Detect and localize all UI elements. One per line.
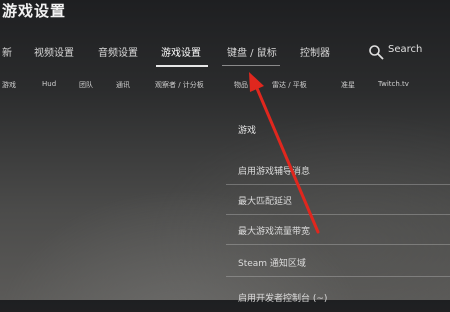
option-max-bandwidth[interactable]: 最大游戏流量带宽 — [226, 215, 450, 245]
option-developer-console[interactable]: 启用开发者控制台 (~) — [236, 282, 450, 312]
subtab-communication[interactable]: 通讯 — [116, 80, 130, 90]
tab-controller[interactable]: 控制器 — [300, 44, 330, 59]
tab-game-settings[interactable]: 游戏设置 — [161, 44, 201, 59]
row-divider — [226, 276, 450, 277]
section-title: 游戏 — [238, 126, 257, 136]
option-max-matchmaking-ping[interactable]: 最大匹配延迟 — [226, 185, 450, 215]
option-label: 最大游戏流量带宽 — [238, 227, 311, 237]
tab-audio-settings[interactable]: 音频设置 — [98, 44, 138, 59]
subtab-crosshair[interactable]: 准星 — [341, 80, 355, 90]
subtab-spectator-scoreboard[interactable]: 观察者 / 计分板 — [155, 80, 204, 90]
search-icon[interactable] — [368, 44, 384, 60]
option-label: 启用游戏辅导消息 — [238, 167, 311, 177]
subtab-hud[interactable]: Hud — [42, 80, 56, 88]
active-tab-underline — [156, 65, 208, 67]
option-label: Steam 通知区域 — [238, 259, 306, 269]
sub-nav: 游戏 Hud 团队 通讯 观察者 / 计分板 物品 雷达 / 平板 准星 Twi… — [0, 80, 450, 94]
tab-video-settings[interactable]: 视频设置 — [34, 44, 74, 59]
subtab-game[interactable]: 游戏 — [2, 80, 16, 90]
row-divider — [226, 244, 450, 245]
hover-tab-underline — [222, 65, 280, 66]
subtab-twitch[interactable]: Twitch.tv — [378, 80, 409, 88]
tab-keyboard-mouse[interactable]: 键盘 / 鼠标 — [227, 44, 277, 59]
tab-new[interactable]: 新 — [2, 44, 12, 59]
option-steam-notification-area[interactable]: Steam 通知区域 — [226, 247, 450, 277]
subtab-radar-tablet[interactable]: 雷达 / 平板 — [272, 80, 307, 90]
subtab-items[interactable]: 物品 — [234, 80, 248, 90]
subtab-team[interactable]: 团队 — [79, 80, 93, 90]
option-label: 启用开发者控制台 (~) — [238, 294, 328, 304]
option-game-instructor[interactable]: 启用游戏辅导消息 — [226, 155, 450, 185]
option-label: 最大匹配延迟 — [238, 197, 293, 207]
search-label[interactable]: Search — [388, 44, 422, 55]
page-title: 游戏设置 — [2, 2, 67, 20]
